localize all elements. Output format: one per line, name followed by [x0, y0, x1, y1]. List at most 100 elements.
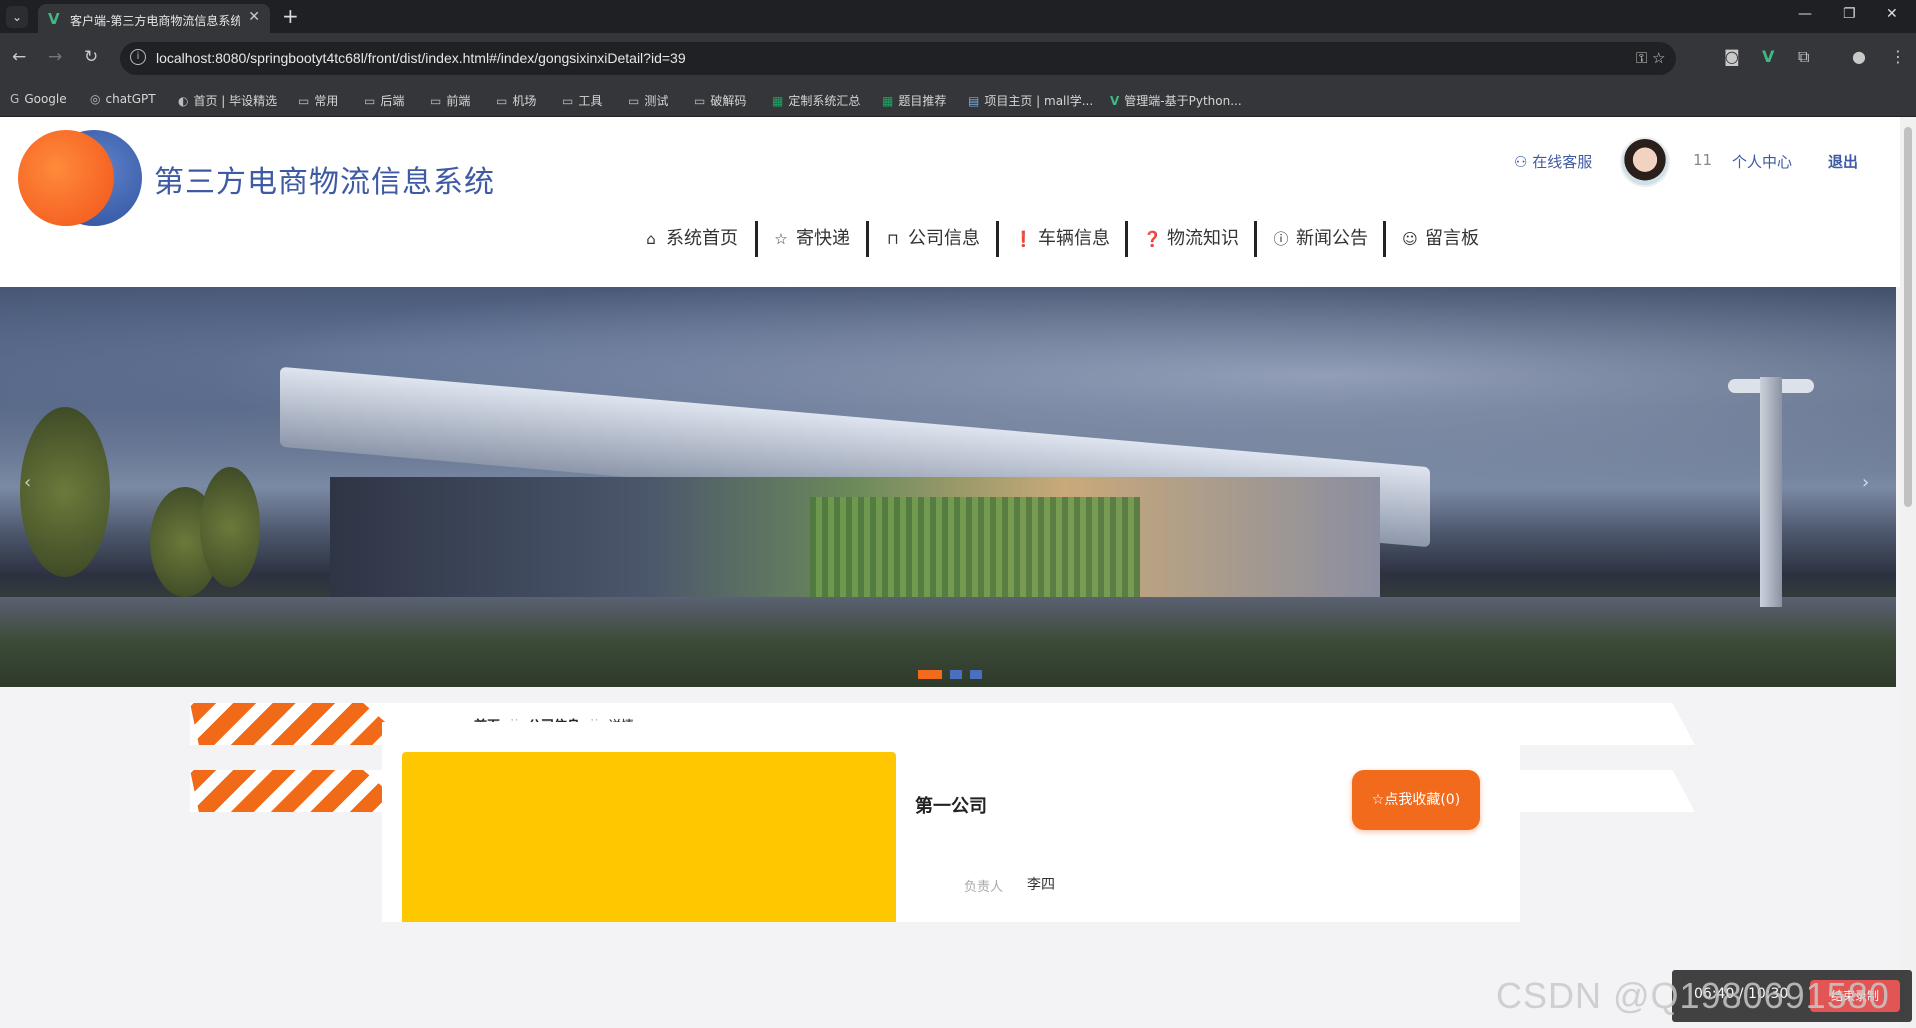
question-icon: ❓ [1143, 230, 1162, 248]
address-bar: ← → ↻ i localhost:8080/springbootyt4tc68… [0, 33, 1916, 83]
nav-vehicle-info[interactable]: ❗ 车辆信息 [1014, 221, 1110, 257]
page-scrollbar[interactable] [1900, 117, 1916, 1028]
bookmark-home[interactable]: ◐ 首页 | 毕设精选 [178, 92, 277, 109]
owner-value: 李四 [1027, 877, 1055, 893]
nav-divider [755, 221, 758, 257]
bookmark-topics[interactable]: ▦ 题目推荐 [882, 92, 946, 109]
home-icon: ⌂ [646, 230, 656, 248]
nav-send-express[interactable]: ☆ 寄快递 [772, 221, 850, 257]
menu-icon[interactable]: ⋮ [1890, 47, 1906, 66]
favorite-button[interactable]: ☆点我收藏(0) [1352, 770, 1480, 830]
banner-carousel[interactable]: ‹ › [0, 287, 1896, 687]
close-icon[interactable]: ✕ [248, 9, 260, 25]
bookmark-admin-python[interactable]: V 管理端-基于Python... [1110, 92, 1242, 109]
site-icon: ◐ [178, 94, 189, 108]
minimize-icon[interactable]: — [1798, 6, 1812, 22]
personal-center-link[interactable]: 个人中心 [1732, 151, 1792, 172]
site-title: 第三方电商物流信息系统 [154, 165, 495, 200]
bookmark-folder-airport[interactable]: ▭ 机场 [496, 92, 536, 109]
company-image [402, 752, 896, 922]
incognito-icon[interactable]: ◙ [1724, 47, 1740, 66]
folder-icon: ▭ [562, 94, 574, 108]
folder-icon: ▭ [496, 94, 508, 108]
bookmark-folder-common[interactable]: ▭ 常用 [298, 92, 338, 109]
stripe-decoration [190, 770, 412, 812]
exclamation-icon: ❗ [1014, 230, 1033, 248]
new-tab-icon[interactable]: + [282, 4, 299, 28]
carousel-prev-icon[interactable]: ‹ [24, 472, 31, 493]
banner-tree [20, 407, 110, 577]
banner-ground [0, 597, 1896, 687]
bookmark-mall[interactable]: ▤ 项目主页 | mall学... [968, 92, 1093, 109]
page-icon: ▤ [968, 94, 980, 108]
folder-icon: ▭ [628, 94, 640, 108]
online-service-link[interactable]: ⚇ 在线客服 [1514, 151, 1592, 172]
nav-home[interactable]: ⌂ 系统首页 [642, 221, 738, 257]
carousel-next-icon[interactable]: › [1862, 472, 1869, 493]
banner-green-wall [810, 497, 1140, 607]
tab-search-icon[interactable]: ⌄ [6, 6, 28, 28]
site-header: 第三方电商物流信息系统 ⚇ 在线客服 11 个人中心 退出 ⌂ 系统首页 ☆ 寄快递… [0, 117, 1900, 287]
folder-icon: ▭ [364, 94, 376, 108]
forward-arrow-icon[interactable]: → [48, 47, 62, 67]
owner-label: 负责人 [964, 880, 1004, 895]
csdn-watermark: CSDN @Q1980691580 [1496, 975, 1890, 1016]
logo-orange-circle [18, 130, 114, 226]
bookmark-star-icon[interactable]: ☆ [1652, 49, 1665, 67]
reload-icon[interactable]: ↻ [84, 47, 98, 67]
bookmark-chatgpt[interactable]: ◎ chatGPT [90, 92, 156, 106]
key-icon[interactable]: ⚿ [1636, 49, 1647, 67]
folder-icon: ▭ [430, 94, 442, 108]
user-name: 11 [1693, 151, 1713, 169]
logout-link[interactable]: 退出 [1828, 151, 1858, 172]
bookmark-folder-frontend[interactable]: ▭ 前端 [430, 92, 470, 109]
bag-icon: ⊓ [887, 230, 899, 248]
back-arrow-icon[interactable]: ← [12, 47, 26, 67]
nav-divider [996, 221, 999, 257]
folder-icon: ▭ [694, 94, 706, 108]
nav-divider [1125, 221, 1128, 257]
sheet-icon: ▦ [772, 94, 784, 108]
url-field[interactable]: i localhost:8080/springbootyt4tc68l/fron… [120, 42, 1676, 75]
nav-message-board[interactable]: ☺ 留言板 [1401, 221, 1479, 257]
bookmark-folder-tools[interactable]: ▭ 工具 [562, 92, 602, 109]
folder-icon: ▭ [298, 94, 310, 108]
vue-devtools-icon[interactable]: V [1762, 47, 1774, 66]
nav-divider [866, 221, 869, 257]
vue-icon: V [1110, 94, 1120, 108]
extensions-icon[interactable]: ⧉ [1798, 47, 1809, 67]
scrollbar-thumb[interactable] [1904, 127, 1912, 507]
avatar[interactable] [1620, 137, 1670, 187]
google-icon: G [10, 92, 20, 106]
profile-icon[interactable]: ● [1852, 47, 1866, 66]
nav-divider [1383, 221, 1386, 257]
chat-icon: ☺ [1402, 230, 1418, 248]
company-name: 第一公司 [915, 796, 987, 817]
carousel-dot[interactable] [950, 670, 962, 679]
browser-tab-bar: ⌄ V 客户端-第三方电商物流信息系统 ✕ + — ❐ ✕ [0, 0, 1916, 33]
bookmark-custom-systems[interactable]: ▦ 定制系统汇总 [772, 92, 860, 109]
url-text: localhost:8080/springbootyt4tc68l/front/… [156, 50, 686, 66]
chatgpt-icon: ◎ [90, 92, 101, 106]
bookmark-folder-crack[interactable]: ▭ 破解码 [694, 92, 746, 109]
nav-news[interactable]: ⓘ 新闻公告 [1272, 221, 1368, 257]
tab-title: 客户端-第三方电商物流信息系统 [70, 14, 240, 28]
nav-divider [1254, 221, 1257, 257]
sheet-icon: ▦ [882, 94, 894, 108]
restore-icon[interactable]: ❐ [1843, 6, 1856, 22]
company-detail-card: 第一公司 ☆点我收藏(0) 负责人 李四 [382, 722, 1520, 922]
bookmark-folder-test[interactable]: ▭ 测试 [628, 92, 668, 109]
nav-logistics-knowledge[interactable]: ❓ 物流知识 [1143, 221, 1239, 257]
bookmark-google[interactable]: G Google [10, 92, 67, 106]
site-info-icon[interactable]: i [130, 49, 146, 65]
stripe-decoration [190, 703, 412, 745]
window-close-icon[interactable]: ✕ [1886, 6, 1898, 22]
info-icon: ⓘ [1273, 230, 1289, 248]
browser-tab[interactable]: V 客户端-第三方电商物流信息系统 ✕ [38, 4, 270, 33]
carousel-dot-active[interactable] [918, 670, 942, 679]
bookmark-folder-backend[interactable]: ▭ 后端 [364, 92, 404, 109]
carousel-dot[interactable] [970, 670, 982, 679]
bookmarks-bar: G Google ◎ chatGPT ◐ 首页 | 毕设精选 ▭ 常用 ▭ 后端 ▭ 前端 … [0, 83, 1916, 117]
user-outline-icon: ⚇ [1514, 153, 1533, 171]
nav-company-info[interactable]: ⊓ 公司信息 [884, 221, 980, 257]
